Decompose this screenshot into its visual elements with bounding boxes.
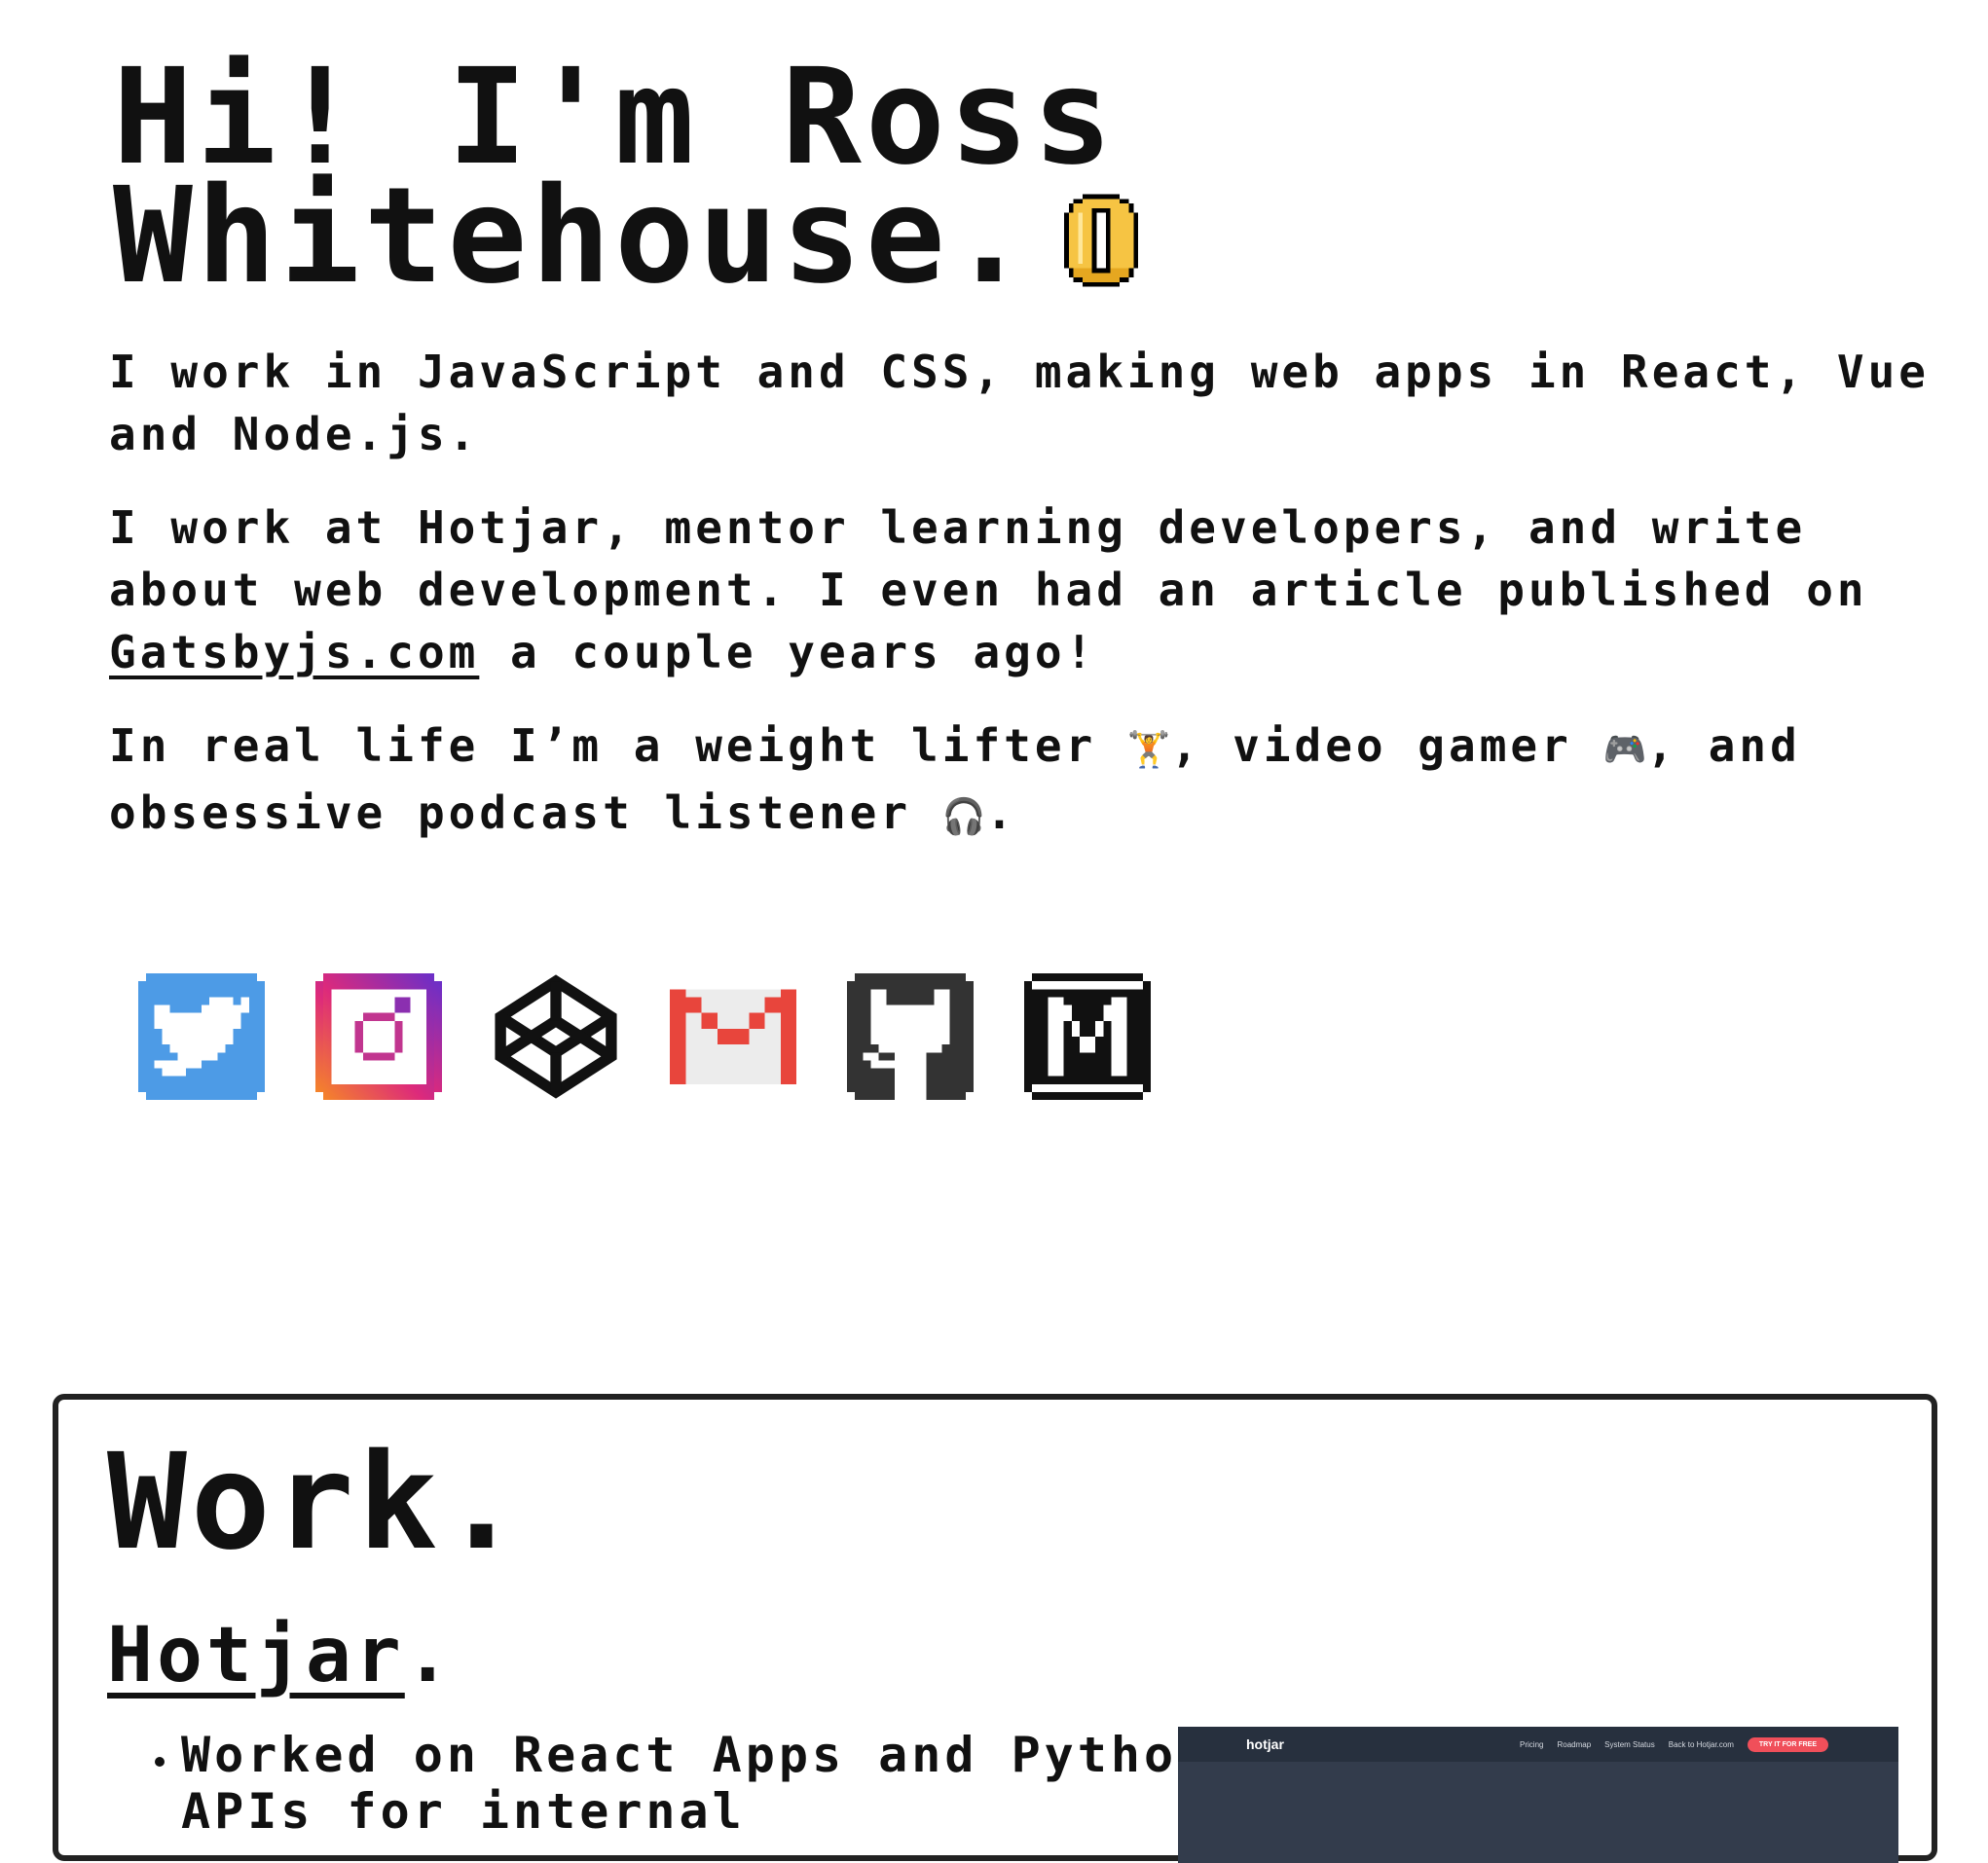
screenshot-nav-item: Back to Hotjar.com (1668, 1739, 1734, 1749)
coin-icon (1063, 183, 1138, 287)
intro-paragraph-1: I work in JavaScript and CSS, making web… (109, 346, 1930, 460)
screenshot-nav: Pricing Roadmap System Status Back to Ho… (1520, 1736, 1828, 1752)
page: Hi! I'm Ross Whitehouse. I work in JavaS… (0, 0, 1988, 1863)
hero: Hi! I'm Ross Whitehouse. (113, 52, 1924, 303)
screenshot-body (1178, 1762, 1898, 1863)
intro-text: In real life I’m a weight lifter (109, 719, 1127, 772)
headphones-icon: 🎧 (941, 797, 986, 837)
intro-paragraph-2: I work at Hotjar, mentor learning develo… (109, 496, 1939, 683)
intro-paragraph-3: In real life I’m a weight lifter 🏋️, vid… (109, 714, 1939, 849)
screenshot-navbar: hotjar Pricing Roadmap System Status Bac… (1178, 1727, 1898, 1762)
intro-text: I work at Hotjar, mentor learning develo… (109, 501, 1868, 616)
medium-icon (1024, 973, 1151, 1100)
medium-link[interactable] (1024, 973, 1151, 1100)
company-heading: Hotjar. (107, 1612, 455, 1699)
github-icon (847, 973, 974, 1100)
gmail-icon (670, 989, 796, 1084)
gatsby-link[interactable]: Gatsbyjs.com (109, 626, 479, 678)
gamepad-icon: 🎮 (1602, 730, 1647, 770)
intro-text: , video gamer (1170, 719, 1603, 772)
title-line-2: Whitehouse. (113, 160, 1033, 313)
github-link[interactable] (847, 973, 974, 1100)
instagram-icon (315, 973, 442, 1100)
instagram-link[interactable] (315, 973, 442, 1100)
hotjar-screenshot: hotjar Pricing Roadmap System Status Bac… (1178, 1727, 1898, 1863)
codepen-icon (495, 974, 617, 1099)
screenshot-nav-item: Pricing (1520, 1739, 1544, 1749)
codepen-link[interactable] (493, 973, 619, 1100)
intro-text: . (985, 786, 1017, 839)
twitter-link[interactable] (138, 973, 265, 1100)
list-item: Worked on React Apps and Python APIs for… (181, 1727, 1213, 1840)
intro-text: a couple years ago! (479, 626, 1097, 678)
gmail-link[interactable] (670, 973, 796, 1100)
screenshot-nav-item: Roadmap (1557, 1739, 1592, 1749)
screenshot-nav-item: System Status (1604, 1739, 1655, 1749)
work-heading: Work. (107, 1426, 526, 1580)
work-bullets: Worked on React Apps and Python APIs for… (127, 1727, 1213, 1840)
company-suffix: . (404, 1612, 455, 1699)
work-card: Work. Hotjar. Worked on React Apps and P… (53, 1394, 1937, 1863)
weightlifter-icon: 🏋️ (1126, 730, 1171, 770)
screenshot-logo: hotjar (1246, 1736, 1284, 1752)
twitter-icon (138, 973, 265, 1100)
intro: I work in JavaScript and CSS, making web… (109, 341, 1939, 849)
hotjar-link[interactable]: Hotjar (107, 1612, 405, 1699)
screenshot-cta: TRY IT FOR FREE (1747, 1736, 1828, 1752)
page-title: Hi! I'm Ross Whitehouse. (113, 52, 1924, 303)
